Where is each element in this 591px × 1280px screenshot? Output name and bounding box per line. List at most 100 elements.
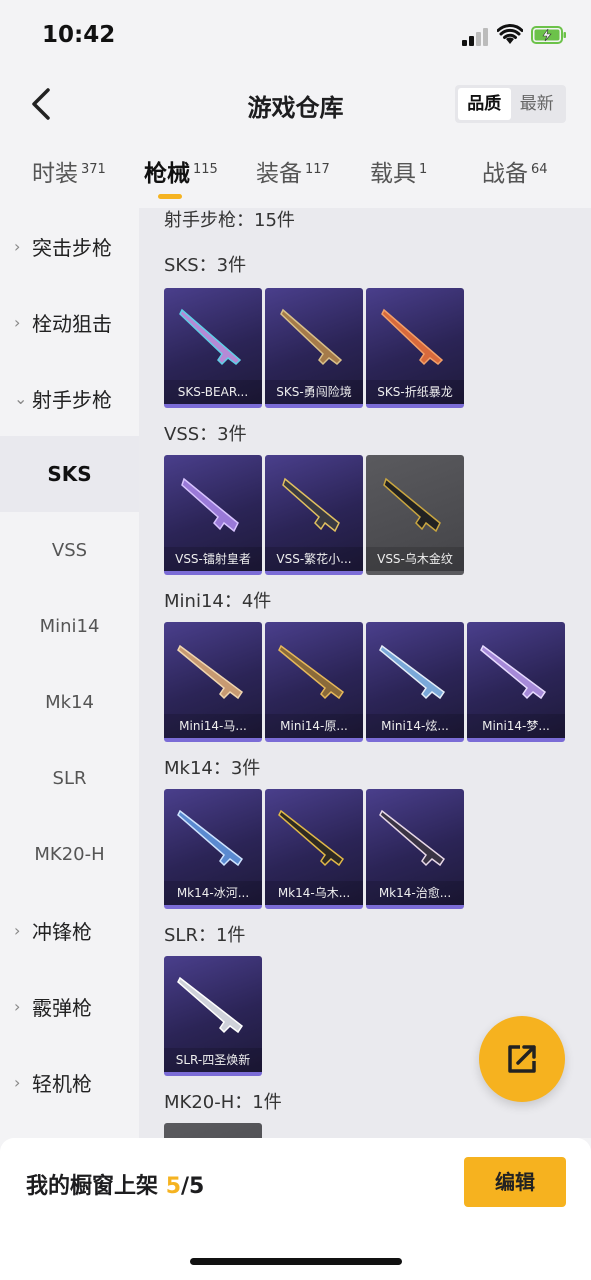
sidebar-item-label: Mk14 <box>45 691 94 713</box>
item-name: Mk14-治愈... <box>366 881 464 905</box>
showcase-status: 我的橱窗上架 5/5 <box>26 1168 204 1200</box>
sidebar-item-mini14[interactable]: Mini14 <box>0 588 139 664</box>
sort-option-quality[interactable]: 品质 <box>458 88 511 120</box>
tab-vehicles[interactable]: 载具 1 <box>370 154 427 188</box>
showcase-total-count: /5 <box>181 1174 205 1199</box>
sidebar-item-label: 栓动狙击 <box>32 311 112 336</box>
tab-firearms[interactable]: 枪械 115 <box>144 154 218 188</box>
item-card[interactable]: VSS-乌木金纹 <box>366 455 464 575</box>
item-grid-area: 射手步枪：15件 SKS：3件 SKS-BEAR... SKS-勇闯险境 SKS… <box>139 208 591 1138</box>
rifle-skin-image <box>177 644 244 700</box>
sidebar-item-slr[interactable]: SLR <box>0 740 139 816</box>
rifle-skin-image <box>282 477 340 533</box>
sidebar-item-mk20h[interactable]: MK20-H <box>0 816 139 892</box>
rifle-skin-image <box>278 644 345 700</box>
item-card[interactable]: Mk14-治愈... <box>366 789 464 909</box>
sidebar-item-label: 突击步枪 <box>32 235 112 260</box>
sidebar-item-bolt-sniper[interactable]: › 栓动狙击 <box>0 284 139 360</box>
chevron-right-icon: › <box>14 920 21 940</box>
sort-option-latest[interactable]: 最新 <box>511 88 564 120</box>
tab-equipment[interactable]: 装备 117 <box>256 154 330 188</box>
rifle-skin-image <box>480 644 547 700</box>
sidebar-item-label: 轻机枪 <box>32 1071 92 1096</box>
sidebar-item-assault-rifle[interactable]: › 突击步枪 <box>0 208 139 284</box>
tab-count: 1 <box>419 162 428 177</box>
tab-count: 115 <box>193 162 218 177</box>
item-card[interactable] <box>164 1123 262 1138</box>
chevron-right-icon: › <box>14 312 21 332</box>
sort-toggle: 品质 最新 <box>455 85 566 123</box>
chevron-down-icon: ⌄ <box>14 388 28 408</box>
tab-count: 371 <box>81 162 106 177</box>
rifle-skin-image <box>177 809 244 867</box>
item-card[interactable]: SLR-四圣焕新 <box>164 956 262 1076</box>
group-label-vss: VSS：3件 <box>164 424 247 445</box>
sidebar-item-label: SKS <box>47 462 92 486</box>
tab-label: 战备 <box>482 161 528 187</box>
tab-label: 载具 <box>370 161 416 187</box>
cellular-signal-icon <box>462 28 490 46</box>
item-card[interactable]: SKS-勇闯险境 <box>265 288 363 408</box>
sidebar-item-label: 霰弹枪 <box>32 995 92 1020</box>
item-name: Mini14-梦... <box>467 714 565 738</box>
tab-label: 装备 <box>256 161 302 187</box>
sidebar-item-sks[interactable]: SKS <box>0 436 139 512</box>
item-card[interactable]: SKS-折纸暴龙 <box>366 288 464 408</box>
item-card[interactable]: Mini14-原... <box>265 622 363 742</box>
sidebar: › 突击步枪 › 栓动狙击 ⌄ 射手步枪 SKS VSS Mini14 Mk14 SL… <box>0 208 139 1138</box>
sidebar-item-vss[interactable]: VSS <box>0 512 139 588</box>
status-bar: 10:42 <box>0 0 591 72</box>
item-card[interactable]: SKS-BEAR... <box>164 288 262 408</box>
item-name: Mini14-马... <box>164 714 262 738</box>
group-label-mini14: Mini14：4件 <box>164 591 272 612</box>
sidebar-item-label: SLR <box>52 767 87 789</box>
sidebar-item-label: Mini14 <box>39 615 100 637</box>
share-floating-button[interactable] <box>479 1016 565 1102</box>
item-card[interactable]: Mk14-冰河... <box>164 789 262 909</box>
item-card[interactable]: VSS-镭射皇者 <box>164 455 262 575</box>
tab-combat-gear[interactable]: 战备 64 <box>482 154 548 188</box>
tab-label: 枪械 <box>144 161 190 187</box>
chevron-right-icon: › <box>14 1072 21 1092</box>
bottom-bar: 我的橱窗上架 5/5 编辑 <box>0 1138 591 1280</box>
edit-button[interactable]: 编辑 <box>464 1157 566 1207</box>
sidebar-item-smg[interactable]: › 冲锋枪 <box>0 892 139 968</box>
battery-charging-icon <box>531 26 566 44</box>
sidebar-item-label: VSS <box>51 539 88 561</box>
item-name: VSS-镭射皇者 <box>164 547 262 571</box>
home-indicator[interactable] <box>190 1258 402 1265</box>
external-link-icon <box>508 1045 536 1073</box>
group-label-mk20h: MK20-H：1件 <box>164 1092 282 1113</box>
active-tab-indicator <box>158 194 182 199</box>
item-name: SKS-折纸暴龙 <box>366 380 464 404</box>
tab-outfits[interactable]: 时装 371 <box>32 154 106 188</box>
group-label-mk14: Mk14：3件 <box>164 758 261 779</box>
rifle-skin-image <box>177 976 244 1034</box>
wifi-icon <box>497 24 523 44</box>
sidebar-item-lmg[interactable]: › 轻机枪 <box>0 1044 139 1120</box>
item-card[interactable]: Mini14-马... <box>164 622 262 742</box>
rifle-skin-image <box>383 477 441 533</box>
item-card[interactable]: Mk14-乌木... <box>265 789 363 909</box>
item-name: VSS-繁花小... <box>265 547 363 571</box>
tab-label: 时装 <box>32 161 78 187</box>
item-card[interactable]: Mini14-梦... <box>467 622 565 742</box>
item-card[interactable]: VSS-繁花小... <box>265 455 363 575</box>
item-name: SKS-勇闯险境 <box>265 380 363 404</box>
rifle-skin-image <box>379 809 446 867</box>
header: 游戏仓库 品质 最新 <box>0 72 591 136</box>
chevron-right-icon: › <box>14 236 21 256</box>
item-name: Mini14-原... <box>265 714 363 738</box>
tab-count: 64 <box>531 162 548 177</box>
group-label-slr: SLR：1件 <box>164 925 246 946</box>
sidebar-item-marksman-rifle[interactable]: ⌄ 射手步枪 <box>0 360 139 436</box>
item-card[interactable]: Mini14-炫... <box>366 622 464 742</box>
group-label-sks: SKS：3件 <box>164 255 247 276</box>
sidebar-item-mk14[interactable]: Mk14 <box>0 664 139 740</box>
sidebar-item-label: 射手步枪 <box>32 387 112 412</box>
sidebar-item-shotgun[interactable]: › 霰弹枪 <box>0 968 139 1044</box>
item-name: Mk14-冰河... <box>164 881 262 905</box>
showcase-current-count: 5 <box>165 1174 181 1199</box>
category-tabs: 时装 371 枪械 115 装备 117 载具 1 战备 64 <box>0 148 591 206</box>
clock: 10:42 <box>42 22 116 48</box>
